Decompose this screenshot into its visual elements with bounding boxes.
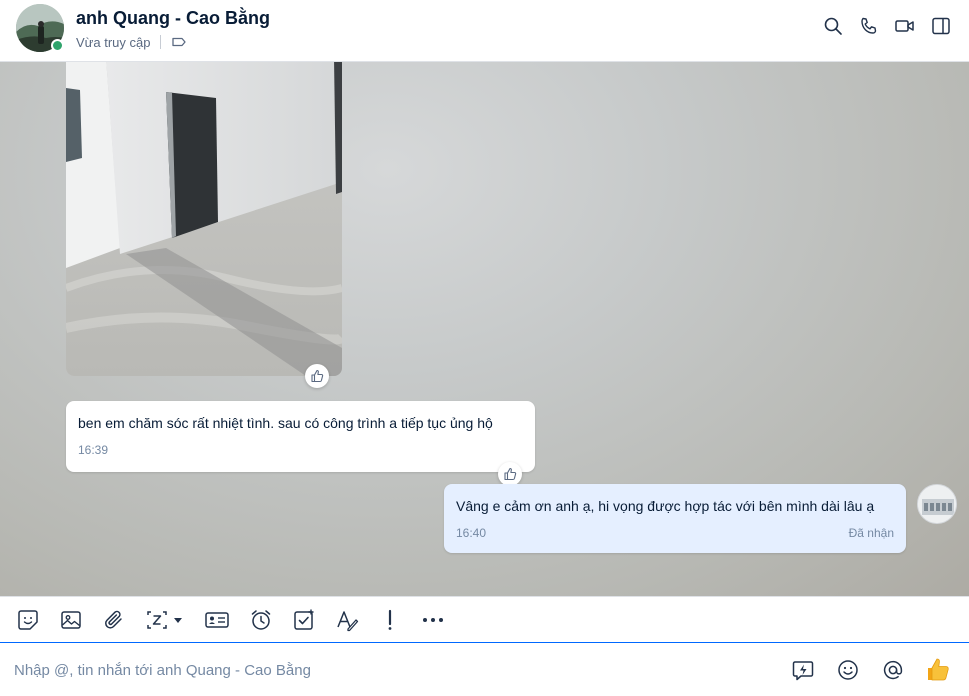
message-text: Vâng e cảm ơn anh ạ, hi vọng được hợp tá… — [456, 498, 875, 514]
composer-toolbar — [0, 596, 969, 643]
message-time: 16:39 — [78, 443, 109, 457]
contact-name[interactable]: anh Quang - Cao Bằng — [76, 8, 270, 29]
message-time: 16:40 — [456, 526, 487, 540]
header-actions — [821, 14, 953, 38]
divider — [160, 35, 162, 49]
received-message-bubble[interactable]: ben em chăm sóc rất nhiệt tình. sau có c… — [66, 401, 535, 472]
alarm-clock-icon[interactable] — [249, 604, 273, 636]
composer-actions — [790, 657, 951, 683]
quick-message-icon[interactable] — [790, 657, 816, 683]
message-text: ben em chăm sóc rất nhiệt tình. sau có c… — [78, 415, 493, 431]
online-status-dot — [51, 39, 64, 52]
my-avatar[interactable] — [917, 484, 957, 524]
contact-avatar[interactable] — [16, 4, 64, 52]
message-input[interactable] — [14, 657, 754, 683]
sidebar-toggle-icon[interactable] — [929, 14, 953, 38]
thumbs-up-send-icon[interactable] — [925, 657, 951, 683]
delivery-status: Đã nhận — [848, 526, 894, 540]
business-card-icon[interactable] — [204, 604, 230, 636]
paperclip-icon[interactable] — [102, 604, 126, 636]
sticker-icon[interactable] — [16, 604, 40, 636]
thumbs-up-icon[interactable] — [305, 364, 329, 388]
status-row: Vừa truy cập — [76, 34, 187, 50]
image-message[interactable] — [66, 62, 342, 376]
text-format-icon[interactable] — [335, 604, 359, 636]
video-call-icon[interactable] — [893, 14, 917, 38]
mention-icon[interactable] — [880, 657, 906, 683]
tag-icon[interactable] — [171, 34, 187, 50]
more-icon[interactable] — [421, 604, 445, 636]
todo-checkbox-icon[interactable] — [292, 604, 316, 636]
last-seen-status: Vừa truy cập — [76, 34, 151, 50]
thumbs-up-icon[interactable] — [498, 462, 522, 486]
urgent-icon[interactable] — [378, 604, 402, 636]
composer — [0, 643, 969, 696]
screenshot-icon[interactable] — [145, 604, 185, 636]
phone-icon[interactable] — [857, 14, 881, 38]
image-icon[interactable] — [59, 604, 83, 636]
emoji-icon[interactable] — [835, 657, 861, 683]
search-icon[interactable] — [821, 14, 845, 38]
message-list[interactable]: ben em chăm sóc rất nhiệt tình. sau có c… — [0, 62, 969, 596]
conversation-header: anh Quang - Cao Bằng Vừa truy cập — [0, 0, 969, 62]
message-meta: 16:40 Đã nhận — [456, 526, 894, 540]
sent-message-bubble[interactable]: Vâng e cảm ơn anh ạ, hi vọng được hợp tá… — [444, 484, 906, 553]
